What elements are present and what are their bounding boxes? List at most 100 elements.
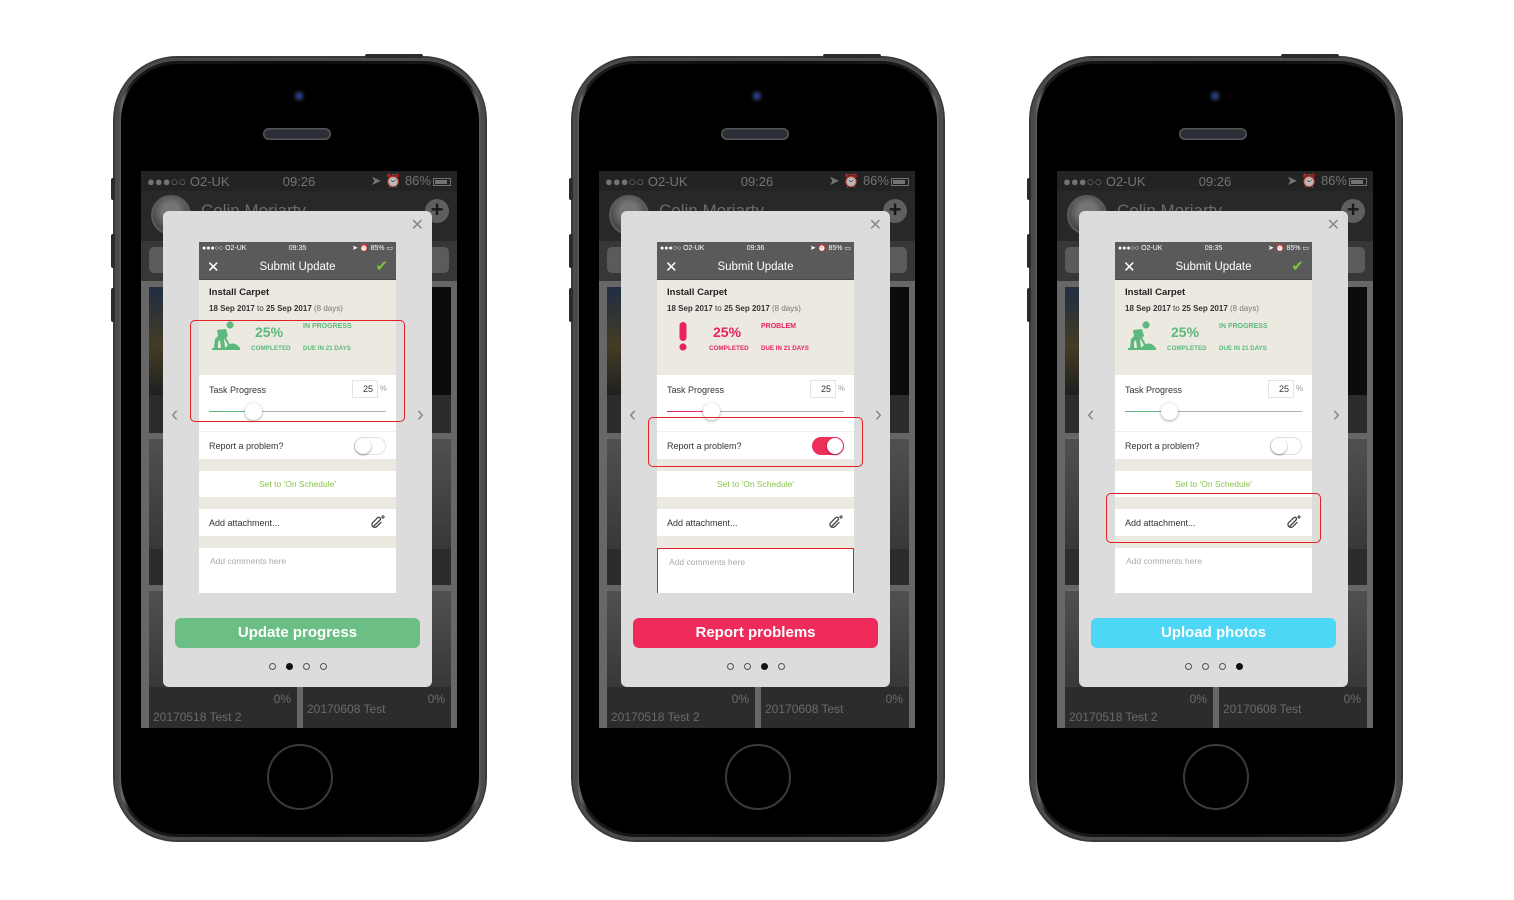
add-attachment-row[interactable]: Add attachment... bbox=[1115, 509, 1312, 536]
task-progress-card: Task Progress 25 % bbox=[1115, 375, 1312, 431]
close-icon[interactable]: ✕ bbox=[1327, 215, 1340, 235]
task-progress-card: Task Progress 25 % bbox=[657, 375, 854, 431]
percent-unit: % bbox=[379, 384, 387, 393]
add-attachment-label: Add attachment... bbox=[209, 518, 280, 528]
add-attachment-row[interactable]: Add attachment... bbox=[199, 509, 396, 536]
report-problem-toggle[interactable] bbox=[354, 437, 386, 455]
page-dot[interactable] bbox=[285, 663, 293, 670]
page-dot[interactable] bbox=[319, 663, 327, 670]
task-status: 25% COMPLETED IN PROGRESS DUE IN 21 DAYS bbox=[209, 320, 386, 356]
page-dot[interactable] bbox=[743, 663, 751, 670]
percent-completed: 25% bbox=[255, 324, 284, 340]
cta-button[interactable]: Update progress bbox=[175, 618, 420, 648]
date-to: 25 Sep 2017 bbox=[265, 304, 312, 313]
check-icon[interactable]: ✔ bbox=[375, 257, 388, 275]
page-dot[interactable] bbox=[726, 663, 734, 670]
worker-icon bbox=[209, 320, 241, 352]
home-button[interactable] bbox=[725, 744, 791, 810]
cta-button[interactable]: Report problems bbox=[633, 618, 878, 648]
set-on-schedule-link[interactable]: Set to 'On Schedule' bbox=[657, 471, 854, 497]
add-attachment-row[interactable]: Add attachment... bbox=[657, 509, 854, 536]
due-label: DUE IN 21 DAYS bbox=[1219, 345, 1267, 352]
phone-mockup: ●●●○○ O2-UK 09:26 ➤ ⏰ 86% Colin Moriarty… bbox=[1027, 54, 1401, 840]
comments-field[interactable]: Add comments here bbox=[1115, 548, 1312, 593]
cta-button[interactable]: Upload photos bbox=[1091, 618, 1336, 648]
chevron-left-icon[interactable]: ‹ bbox=[629, 401, 636, 427]
task-name: Install Carpet bbox=[667, 287, 728, 298]
comments-field[interactable]: Add comments here bbox=[657, 548, 854, 593]
task-state: IN PROGRESS bbox=[1219, 323, 1268, 330]
add-attachment-label: Add attachment... bbox=[667, 518, 738, 528]
task-progress-slider[interactable] bbox=[667, 403, 844, 420]
chevron-left-icon[interactable]: ‹ bbox=[171, 401, 178, 427]
submit-update-preview: ●●●○○ O2-UK 09:36 ➤ ⏰ 85% ▭ ✕ Submit Upd… bbox=[657, 242, 854, 593]
report-problem-label: Report a problem? bbox=[1125, 441, 1200, 451]
home-button[interactable] bbox=[1183, 744, 1249, 810]
page-dot[interactable] bbox=[760, 663, 768, 670]
page-dot[interactable] bbox=[1218, 663, 1226, 670]
page-indicator bbox=[1079, 663, 1348, 670]
report-problem-toggle[interactable] bbox=[1270, 437, 1302, 455]
percent-completed: 25% bbox=[713, 324, 742, 340]
submit-update-preview: ●●●○○ O2-UK 09:35 ➤ ⏰ 85% ▭ ✕ Submit Upd… bbox=[1115, 242, 1312, 593]
task-progress-label: Task Progress bbox=[209, 385, 267, 395]
check-icon[interactable]: ✔ bbox=[1291, 257, 1304, 275]
task-dates: 18 Sep 2017 to 25 Sep 2017 (8 days) bbox=[667, 304, 844, 313]
date-from: 18 Sep 2017 bbox=[209, 304, 255, 313]
page-dot[interactable] bbox=[302, 663, 310, 670]
percent-label: COMPLETED bbox=[251, 345, 291, 352]
volume-up-button bbox=[111, 234, 115, 268]
task-progress-input[interactable]: 25 bbox=[352, 380, 378, 398]
paperclip-icon bbox=[829, 515, 843, 529]
earpiece-speaker bbox=[721, 128, 789, 140]
slider-knob[interactable] bbox=[245, 403, 263, 420]
toggle-knob bbox=[355, 438, 371, 454]
chevron-left-icon[interactable]: ‹ bbox=[1087, 401, 1094, 427]
chevron-right-icon[interactable]: › bbox=[417, 401, 424, 427]
close-icon[interactable]: ✕ bbox=[665, 258, 678, 276]
page-dot[interactable] bbox=[1184, 663, 1192, 670]
toggle-knob bbox=[827, 438, 843, 454]
task-status: 25% COMPLETED PROBLEM DUE IN 21 DAYS bbox=[667, 320, 844, 356]
page-dot[interactable] bbox=[777, 663, 785, 670]
page-dot[interactable] bbox=[1235, 663, 1243, 670]
page-dot[interactable] bbox=[268, 663, 276, 670]
home-button[interactable] bbox=[267, 744, 333, 810]
task-progress-slider[interactable] bbox=[1125, 403, 1302, 420]
date-to: 25 Sep 2017 bbox=[723, 304, 770, 313]
preview-status-bar: ●●●○○ O2-UK 09:36 ➤ ⏰ 85% ▭ bbox=[657, 242, 854, 254]
front-camera bbox=[1209, 90, 1221, 102]
mute-switch bbox=[111, 178, 115, 200]
slider-knob[interactable] bbox=[1161, 403, 1179, 420]
close-icon[interactable]: ✕ bbox=[1123, 258, 1136, 276]
chevron-right-icon[interactable]: › bbox=[1333, 401, 1340, 427]
toggle-knob bbox=[1271, 438, 1287, 454]
task-progress-slider[interactable] bbox=[209, 403, 386, 420]
preview-battery: ➤ ⏰ 85% ▭ bbox=[351, 245, 394, 252]
task-progress-input[interactable]: 25 bbox=[1268, 380, 1294, 398]
slider-knob[interactable] bbox=[703, 403, 721, 420]
page-indicator bbox=[163, 663, 432, 670]
percent-label: COMPLETED bbox=[709, 345, 749, 352]
set-on-schedule-link[interactable]: Set to 'On Schedule' bbox=[199, 471, 396, 497]
task-state: IN PROGRESS bbox=[303, 323, 352, 330]
phone-screen: ●●●○○ O2-UK 09:26 ➤ ⏰ 86% Colin Moriarty… bbox=[141, 171, 457, 728]
power-button bbox=[365, 54, 423, 58]
close-icon[interactable]: ✕ bbox=[869, 215, 882, 235]
task-progress-input[interactable]: 25 bbox=[810, 380, 836, 398]
comments-field[interactable]: Add comments here bbox=[199, 548, 396, 593]
preview-title: Submit Update bbox=[1175, 260, 1252, 273]
preview-nav-bar: ✕ Submit Update ✔ bbox=[199, 254, 396, 280]
due-label: DUE IN 21 DAYS bbox=[761, 345, 809, 352]
close-icon[interactable]: ✕ bbox=[207, 258, 220, 276]
report-problem-toggle[interactable] bbox=[812, 437, 844, 455]
set-on-schedule-link[interactable]: Set to 'On Schedule' bbox=[1115, 471, 1312, 497]
task-state: PROBLEM bbox=[761, 323, 796, 330]
chevron-right-icon[interactable]: › bbox=[875, 401, 882, 427]
percent-unit: % bbox=[1295, 384, 1303, 393]
page-dot[interactable] bbox=[1201, 663, 1209, 670]
preview-nav-bar: ✕ Submit Update ✔ bbox=[1115, 254, 1312, 280]
volume-up-button bbox=[569, 234, 573, 268]
close-icon[interactable]: ✕ bbox=[411, 215, 424, 235]
preview-time: 09:35 bbox=[288, 244, 307, 252]
